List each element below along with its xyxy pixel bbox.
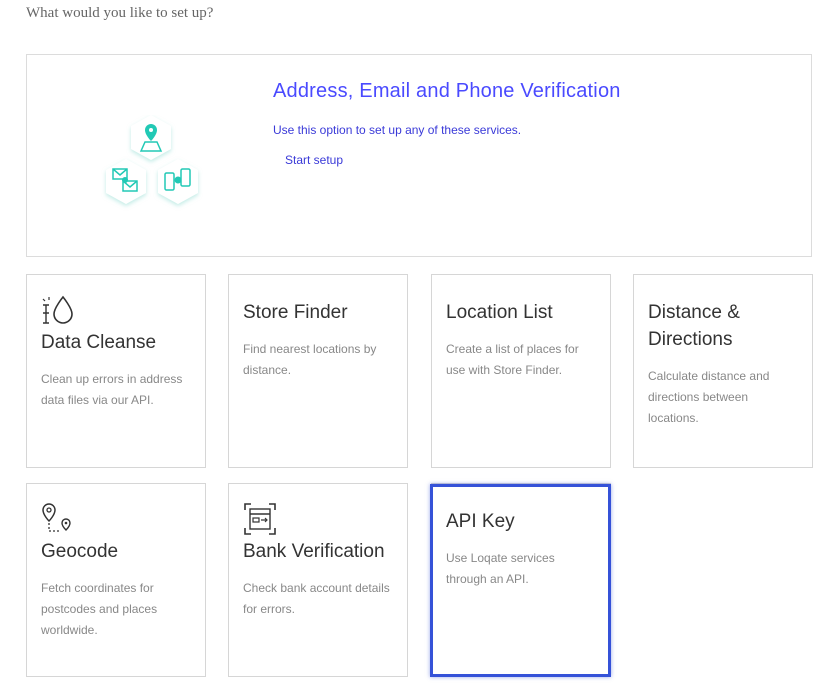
card-description: Check bank account details for errors. — [243, 581, 390, 616]
card-description: Clean up errors in address data files vi… — [41, 372, 183, 407]
start-setup-link[interactable]: Start setup — [285, 153, 343, 167]
card-description: Create a list of places for use with Sto… — [446, 342, 579, 377]
card-scan-icon — [244, 503, 276, 535]
card-description: Fetch coordinates for postcodes and plac… — [41, 581, 158, 637]
data-cleanse-card[interactable]: Data Cleanse Clean up errors in address … — [26, 274, 206, 468]
geocode-card[interactable]: Geocode Fetch coordinates for postcodes … — [26, 483, 206, 677]
card-description: Find nearest locations by distance. — [243, 342, 377, 377]
map-pin-route-icon — [42, 503, 71, 532]
droplet-icon — [42, 295, 73, 324]
card-title: Distance & Directions — [648, 302, 740, 350]
card-title: Bank Verification — [243, 541, 385, 562]
hero-description: Use this option to set up any of these s… — [273, 123, 522, 137]
api-key-card[interactable]: API Key Use Loqate services through an A… — [431, 483, 611, 677]
hero-title: Address, Email and Phone Verification — [273, 80, 621, 102]
card-description: Use Loqate services through an API. — [446, 551, 555, 586]
location-list-card[interactable]: Location List Create a list of places fo… — [431, 274, 611, 468]
setup-prompt: What would you like to set up? — [26, 5, 214, 21]
card-description: Calculate distance and directions betwee… — [648, 369, 770, 425]
distance-directions-card[interactable]: Distance & Directions Calculate distance… — [633, 274, 813, 468]
card-title: Geocode — [41, 541, 119, 562]
store-finder-card[interactable]: Store Finder Find nearest locations by d… — [228, 274, 408, 468]
card-title: API Key — [446, 511, 515, 532]
verification-setup-card[interactable]: Address, Email and Phone Verification Us… — [26, 54, 812, 257]
card-title: Location List — [446, 302, 553, 323]
bank-verification-card[interactable]: Bank Verification Check bank account det… — [228, 483, 408, 677]
card-title: Data Cleanse — [41, 332, 157, 353]
verification-services-icon — [106, 115, 198, 204]
card-title: Store Finder — [243, 302, 348, 323]
